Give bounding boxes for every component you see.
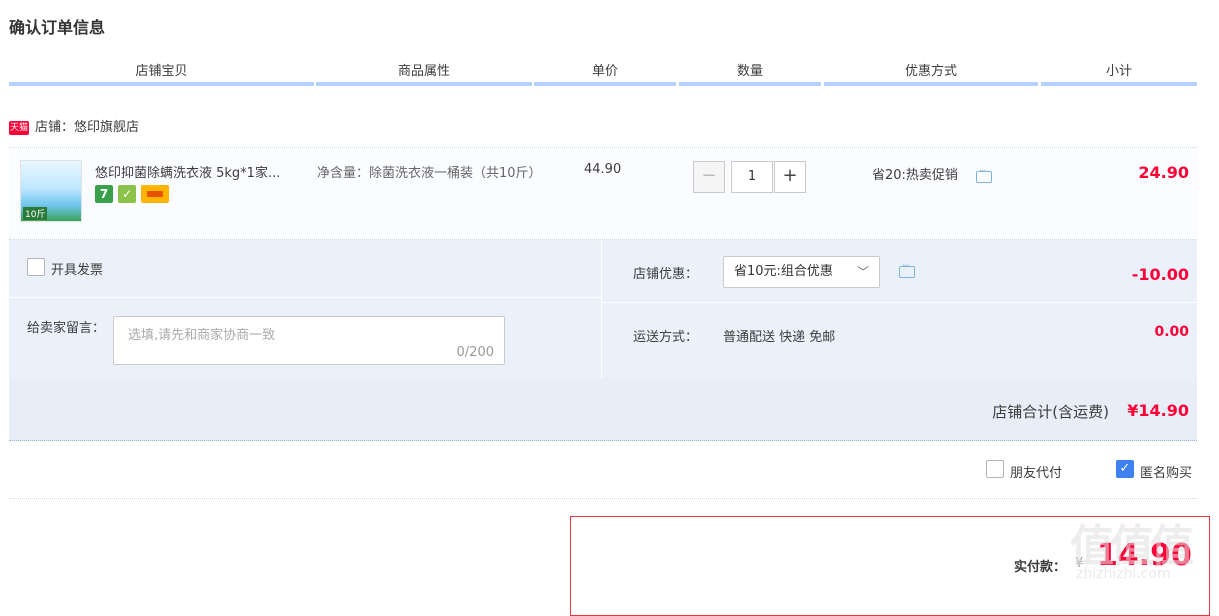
tmall-icon: 天猫 <box>9 120 29 135</box>
column-header-subtotal: 小计 <box>1105 64 1132 79</box>
seven-day-return-icon[interactable]: 7 <box>95 185 113 203</box>
quantity-input[interactable]: 1 <box>731 161 773 193</box>
header-underline <box>534 82 676 86</box>
friend-pay-checkbox[interactable] <box>986 460 1004 478</box>
unit-price: 44.90 <box>584 162 622 177</box>
anonymous-checkbox[interactable]: ✓ <box>1116 460 1134 478</box>
shipping-fee: 0.00 <box>1154 324 1189 340</box>
product-thumbnail[interactable]: 10斤 <box>20 160 82 222</box>
column-header-attributes: 商品属性 <box>397 64 450 79</box>
header-underline <box>824 82 1038 86</box>
shop-total-label: 店铺合计(含运费) <box>992 403 1109 421</box>
quantity-increase-button[interactable]: + <box>774 161 806 193</box>
discount-info-icon[interactable] <box>899 261 915 278</box>
shipping-method: 普通配送 快递 免邮 <box>723 330 836 345</box>
anonymous-label[interactable]: 匿名购买 <box>1140 462 1192 481</box>
header-underline <box>679 82 821 86</box>
shop-discount-selected: 省10元:组合优惠 <box>734 264 833 279</box>
shipping-label: 运送方式： <box>633 330 699 345</box>
shop-name[interactable]: 店铺：悠印旗舰店 <box>35 120 139 135</box>
message-label: 给卖家留言： <box>27 321 106 336</box>
item-subtotal: 24.90 <box>1138 163 1189 182</box>
payment-currency: ¥ <box>1075 556 1084 571</box>
shop-discount-select[interactable]: 省10元:组合优惠 ﹀ <box>723 256 880 288</box>
message-placeholder: 选填,请先和商家协商一致 <box>128 328 276 343</box>
payment-label: 实付款： <box>1014 560 1067 575</box>
header-underline <box>1041 82 1197 86</box>
header-underline <box>9 82 314 86</box>
message-counter: 0/200 <box>456 345 494 360</box>
promotion-info-icon[interactable] <box>976 166 992 183</box>
divider <box>9 498 1197 499</box>
friend-pay-label[interactable]: 朋友代付 <box>1010 462 1062 481</box>
shop-discount-label: 店铺优惠： <box>633 267 699 282</box>
column-header-shop-item: 店铺宝贝 <box>135 64 188 79</box>
chevron-down-icon: ﹀ <box>856 265 869 279</box>
quantity-decrease-button[interactable]: − <box>693 161 725 193</box>
shop-row: 天猫 店铺：悠印旗舰店 <box>9 118 139 138</box>
panel-divider <box>9 297 601 298</box>
product-title-link[interactable]: 悠印抑菌除螨洗衣液 5kg*1家... <box>95 162 280 181</box>
credit-card-icon[interactable] <box>141 185 169 203</box>
page-title: 确认订单信息 <box>9 18 106 37</box>
shield-service-icon[interactable]: ✓ <box>118 185 136 203</box>
column-header-quantity: 数量 <box>736 64 763 79</box>
panel-divider <box>601 240 602 378</box>
thumbnail-weight-tag: 10斤 <box>23 207 48 220</box>
shop-discount-value: -10.00 <box>1131 265 1189 284</box>
shop-total-value: ¥14.90 <box>1127 401 1189 420</box>
header-underline <box>316 82 532 86</box>
seller-message-input[interactable]: 选填,请先和商家协商一致 0/200 <box>113 316 505 365</box>
item-promotion: 省20:热卖促销 <box>872 168 958 183</box>
payment-amount: 14.90 <box>1097 538 1192 573</box>
panel-divider <box>602 302 1197 303</box>
invoice-label[interactable]: 开具发票 <box>51 259 103 278</box>
column-header-unit-price: 单价 <box>591 64 618 79</box>
column-header-promotion: 优惠方式 <box>904 64 957 79</box>
product-attribute: 净含量：除菌洗衣液一桶装（共10斤） <box>317 166 542 181</box>
invoice-checkbox[interactable] <box>27 258 45 276</box>
